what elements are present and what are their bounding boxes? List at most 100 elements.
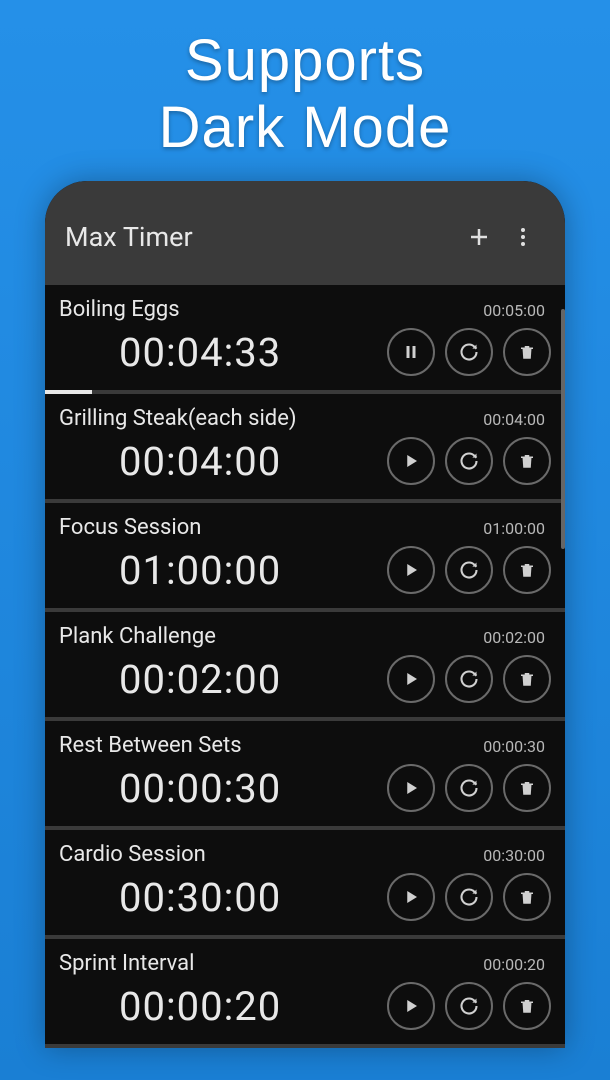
timer-item: Focus Session 01:00:00 01:00:00 xyxy=(45,503,565,612)
delete-icon xyxy=(518,561,536,579)
timer-header: Cardio Session 00:30:00 xyxy=(59,842,551,873)
timer-display: 00:04:33 xyxy=(59,329,281,376)
timer-header: Grilling Steak(each side) 00:04:00 xyxy=(59,406,551,437)
timer-item: Boiling Eggs 00:05:00 00:04:33 xyxy=(45,285,565,394)
timer-total: 00:04:00 xyxy=(483,410,551,429)
delete-button[interactable] xyxy=(503,546,551,594)
timer-total: 00:00:20 xyxy=(483,955,551,974)
delete-icon xyxy=(518,888,536,906)
promo-line1: Supports xyxy=(0,28,610,95)
timer-name[interactable]: Plank Challenge xyxy=(59,624,216,649)
timer-body: 00:00:20 xyxy=(59,982,551,1044)
delete-icon xyxy=(518,670,536,688)
delete-icon xyxy=(518,343,536,361)
timer-name[interactable]: Cardio Session xyxy=(59,842,206,867)
play-button[interactable] xyxy=(387,437,435,485)
reset-button[interactable] xyxy=(445,764,493,812)
delete-button[interactable] xyxy=(503,655,551,703)
timer-header: Sprint Interval 00:00:20 xyxy=(59,951,551,982)
plus-icon xyxy=(467,225,491,249)
play-button[interactable] xyxy=(387,873,435,921)
reset-button[interactable] xyxy=(445,655,493,703)
timer-body: 01:00:00 xyxy=(59,546,551,608)
timer-body: 00:02:00 xyxy=(59,655,551,717)
add-button[interactable] xyxy=(457,215,501,259)
reset-icon xyxy=(459,669,479,689)
timer-display: 00:00:20 xyxy=(59,983,281,1030)
timer-display: 00:30:00 xyxy=(59,874,281,921)
timer-total: 00:05:00 xyxy=(483,301,551,320)
play-button[interactable] xyxy=(387,982,435,1030)
timer-name[interactable]: Rest Between Sets xyxy=(59,733,242,758)
app-header: Max Timer xyxy=(45,181,565,285)
play-button[interactable] xyxy=(387,764,435,812)
delete-button[interactable] xyxy=(503,437,551,485)
timer-name[interactable]: Sprint Interval xyxy=(59,951,194,976)
delete-button[interactable] xyxy=(503,873,551,921)
reset-icon xyxy=(459,778,479,798)
play-button[interactable] xyxy=(387,546,435,594)
progress-bar xyxy=(45,1044,565,1048)
timer-display: 00:04:00 xyxy=(59,438,281,485)
timer-display: 01:00:00 xyxy=(59,547,281,594)
pause-button[interactable] xyxy=(387,328,435,376)
timer-controls xyxy=(387,437,551,485)
app-title: Max Timer xyxy=(65,221,457,253)
promo-banner: Supports Dark Mode xyxy=(0,0,610,181)
timer-name[interactable]: Focus Session xyxy=(59,515,201,540)
timer-body: 00:00:30 xyxy=(59,764,551,826)
reset-icon xyxy=(459,342,479,362)
timer-item: Sprint Interval 00:00:20 00:00:20 xyxy=(45,939,565,1048)
reset-icon xyxy=(459,451,479,471)
timer-item: Plank Challenge 00:02:00 00:02:00 xyxy=(45,612,565,721)
timer-total: 01:00:00 xyxy=(483,519,551,538)
menu-button[interactable] xyxy=(501,215,545,259)
reset-button[interactable] xyxy=(445,546,493,594)
reset-icon xyxy=(459,560,479,580)
timer-controls xyxy=(387,328,551,376)
delete-button[interactable] xyxy=(503,328,551,376)
play-icon xyxy=(402,779,420,797)
reset-icon xyxy=(459,996,479,1016)
pause-icon xyxy=(402,343,420,361)
timer-body: 00:04:33 xyxy=(59,328,551,390)
reset-button[interactable] xyxy=(445,982,493,1030)
timer-header: Focus Session 01:00:00 xyxy=(59,515,551,546)
reset-button[interactable] xyxy=(445,437,493,485)
play-button[interactable] xyxy=(387,655,435,703)
timer-total: 00:30:00 xyxy=(483,846,551,865)
timer-item: Grilling Steak(each side) 00:04:00 00:04… xyxy=(45,394,565,503)
timer-item: Cardio Session 00:30:00 00:30:00 xyxy=(45,830,565,939)
play-icon xyxy=(402,452,420,470)
timer-body: 00:30:00 xyxy=(59,873,551,935)
timer-name[interactable]: Boiling Eggs xyxy=(59,297,180,322)
timer-display: 00:00:30 xyxy=(59,765,281,812)
timer-item: Rest Between Sets 00:00:30 00:00:30 xyxy=(45,721,565,830)
reset-icon xyxy=(459,887,479,907)
timer-controls xyxy=(387,764,551,812)
delete-icon xyxy=(518,779,536,797)
delete-icon xyxy=(518,997,536,1015)
timer-header: Boiling Eggs 00:05:00 xyxy=(59,297,551,328)
timer-controls xyxy=(387,982,551,1030)
timer-name[interactable]: Grilling Steak(each side) xyxy=(59,406,297,431)
timer-controls xyxy=(387,873,551,921)
timer-header: Plank Challenge 00:02:00 xyxy=(59,624,551,655)
more-vertical-icon xyxy=(511,225,535,249)
timer-list: Boiling Eggs 00:05:00 00:04:33 Grilling … xyxy=(45,285,565,1048)
delete-button[interactable] xyxy=(503,982,551,1030)
scrollbar[interactable] xyxy=(561,309,565,549)
timer-total: 00:02:00 xyxy=(483,628,551,647)
delete-icon xyxy=(518,452,536,470)
delete-button[interactable] xyxy=(503,764,551,812)
play-icon xyxy=(402,561,420,579)
reset-button[interactable] xyxy=(445,328,493,376)
promo-line2: Dark Mode xyxy=(0,95,610,162)
timer-total: 00:00:30 xyxy=(483,737,551,756)
timer-controls xyxy=(387,546,551,594)
reset-button[interactable] xyxy=(445,873,493,921)
timer-controls xyxy=(387,655,551,703)
play-icon xyxy=(402,670,420,688)
phone-frame: Max Timer Boiling Eggs 00:05:00 00:04:33 xyxy=(45,181,565,1048)
timer-display: 00:02:00 xyxy=(59,656,281,703)
